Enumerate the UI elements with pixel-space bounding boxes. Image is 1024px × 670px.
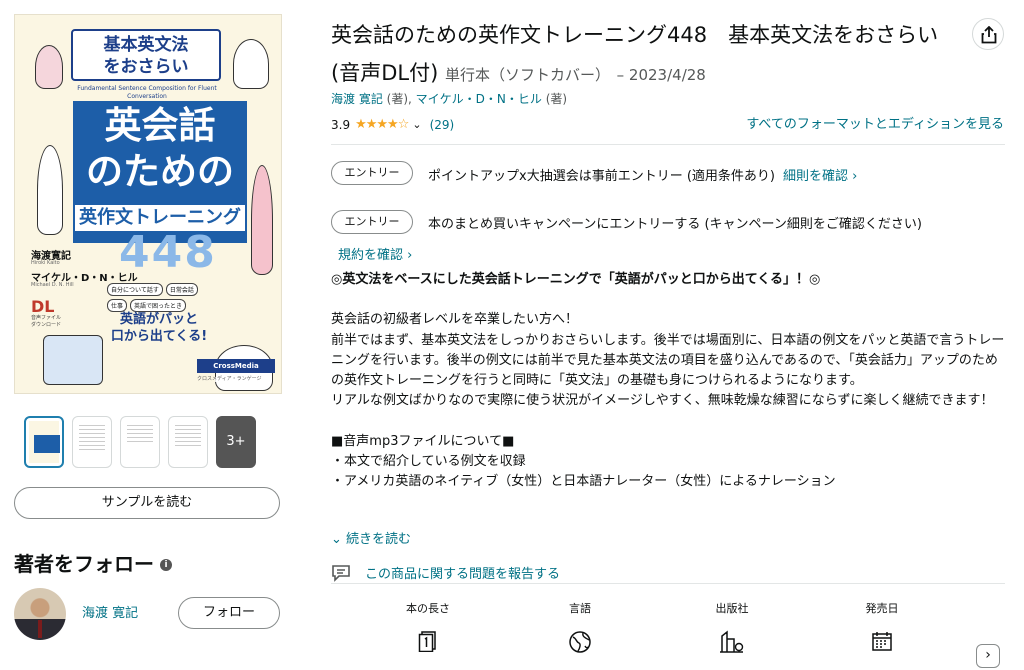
rating-row: 3.9 ★★★★☆ ⌄ (29): [331, 117, 454, 132]
report-issue-link[interactable]: この商品に関する問題を報告する: [331, 563, 560, 582]
share-button[interactable]: [972, 18, 1004, 50]
release-date: – 2023/4/28: [616, 66, 706, 84]
review-count-link[interactable]: (29): [430, 118, 455, 132]
rules-detail-link[interactable]: 細則を確認 ›: [783, 169, 857, 184]
calendar-icon: [872, 632, 892, 651]
illustration-figure: [35, 45, 63, 89]
illustration-figure: [233, 39, 269, 89]
entry-button[interactable]: エントリー: [331, 161, 413, 185]
attribute-language[interactable]: 言語: [525, 600, 635, 654]
globe-icon: [569, 631, 591, 653]
author-link[interactable]: マイケル・D・N・ヒル: [416, 92, 542, 106]
feedback-icon: [332, 564, 350, 582]
thumbnail-more[interactable]: 3+: [216, 416, 256, 468]
book-description: ◎英文法をベースにした英会話トレーニングで「英語がパッと口から出てくる」！◎ 英…: [331, 270, 1005, 526]
entry-text: ポイントアップx大抽選会は事前エントリー (適用条件あり) 細則を確認 ›: [428, 165, 857, 184]
divider: [331, 144, 1005, 145]
description-paragraph: リアルな例文ばかりなので実際に使う状況がイメージしやすく、無味乾燥な練習にならず…: [331, 393, 994, 409]
read-more-label: 続きを読む: [346, 532, 412, 547]
entry-description: ポイントアップx大抽選会は事前エントリー (適用条件あり): [428, 169, 775, 184]
attribute-label: 出版社: [715, 602, 749, 615]
description-fade: [331, 500, 1005, 528]
description-lead: ◎英文法をベースにした英会話トレーニングで「英語がパッと口から出てくる」！◎: [331, 272, 821, 287]
publisher-logo: CrossMedia LANGUAGE: [197, 359, 275, 384]
cover-author-en: Michael D. N. Hill: [31, 282, 74, 288]
read-sample-button[interactable]: サンプルを読む: [14, 487, 280, 519]
author-name-link[interactable]: 海渡 寛記: [82, 602, 138, 621]
book-cover-image[interactable]: 基本英文法 をおさらい Fundamental Sentence Composi…: [14, 14, 282, 394]
illustration-laptop: [43, 335, 103, 385]
all-formats-link[interactable]: すべてのフォーマットとエディションを見る: [746, 113, 1004, 132]
author-role: (著),: [386, 92, 412, 106]
follow-author-heading: 著者をフォロー: [14, 552, 154, 576]
cover-dl-logo: DL: [31, 297, 55, 316]
attribute-label: 発売日: [865, 602, 899, 615]
thumbnail-page[interactable]: [120, 416, 160, 468]
thumbnail-cover[interactable]: [24, 416, 64, 468]
chevron-down-icon[interactable]: ⌄: [412, 118, 421, 131]
cover-author-en: Hiroki Kaito: [31, 260, 60, 266]
carousel-next-button[interactable]: ›: [976, 644, 1000, 668]
thumbnail-page[interactable]: [168, 416, 208, 468]
cover-tag: 日常会話: [165, 283, 198, 296]
attribute-label: 言語: [569, 602, 591, 615]
entry-text: 本のまとめ買いキャンペーンにエントリーする (キャンペーン細則をご確認ください): [428, 213, 922, 232]
read-more-link[interactable]: ⌄ 続きを読む: [331, 528, 411, 547]
share-icon: [981, 26, 997, 44]
publisher-kana: クロスメディア・ランゲージ: [197, 376, 262, 382]
page-count-icon: [418, 631, 436, 652]
author-byline: 海渡 寛記 (著), マイケル・D・N・ヒル (著): [331, 90, 567, 107]
image-thumbnails: 3+: [24, 416, 256, 468]
description-paragraph: ■音声mp3ファイルについて■: [331, 433, 515, 449]
cover-tag: 自分について話す: [107, 283, 163, 296]
cover-dl-caption: 音声ファイル ダウンロード: [31, 315, 62, 328]
building-icon: [720, 630, 744, 653]
attribute-publisher[interactable]: 出版社: [677, 600, 787, 654]
divider: [331, 583, 1005, 584]
rating-value: 3.9: [331, 117, 351, 132]
illustration-figure: [37, 145, 63, 235]
follow-button[interactable]: フォロー: [178, 597, 280, 629]
description-paragraph: 前半ではまず、基本英文法をしっかりおさらいします。後半では場面別に、日本語の例文…: [331, 332, 1005, 389]
entry-description: 本のまとめ買いキャンペーンにエントリーする (キャンペーン細則をご確認ください): [428, 217, 922, 232]
entry-button[interactable]: エントリー: [331, 210, 413, 234]
cover-tags: 自分について話す 日常会話 仕事 英語で困ったとき: [107, 283, 217, 312]
cover-catchphrase: 英語がパッと 口から出てくる!: [110, 312, 208, 344]
info-icon[interactable]: i: [160, 559, 172, 571]
cover-subtitle-en: Fundamental Sentence Composition for Flu…: [77, 85, 217, 100]
attribute-label: 本の長さ: [406, 602, 450, 615]
product-format: 単行本（ソフトカバー）: [444, 66, 610, 84]
product-title: 英会話のための英作文トレーニング448 基本英文法をおさらい (音声DL付) 単…: [331, 16, 971, 94]
description-paragraph: ・本文で紹介している例文を収録: [331, 454, 526, 470]
terms-link[interactable]: 規約を確認 ›: [338, 244, 412, 263]
description-paragraph: 英会話の初級者レベルを卒業したい方へ！: [331, 312, 579, 328]
thumbnail-page[interactable]: [72, 416, 112, 468]
attribute-page-count[interactable]: 本の長さ: [373, 600, 483, 652]
attribute-release-date[interactable]: 発売日: [827, 600, 937, 652]
cover-title-top: 基本英文法 をおさらい: [71, 29, 221, 81]
illustration-figure: [251, 165, 273, 275]
description-paragraph: ・アメリカ英語のネイティブ（女性）と日本語ナレーター（女性）によるナレーション: [331, 474, 836, 490]
author-avatar[interactable]: [14, 588, 66, 640]
author-role: (著): [545, 92, 568, 106]
star-rating-icon[interactable]: ★★★★☆: [355, 117, 409, 132]
author-link[interactable]: 海渡 寛記: [331, 92, 383, 106]
report-issue-label: この商品に関する問題を報告する: [365, 567, 561, 582]
